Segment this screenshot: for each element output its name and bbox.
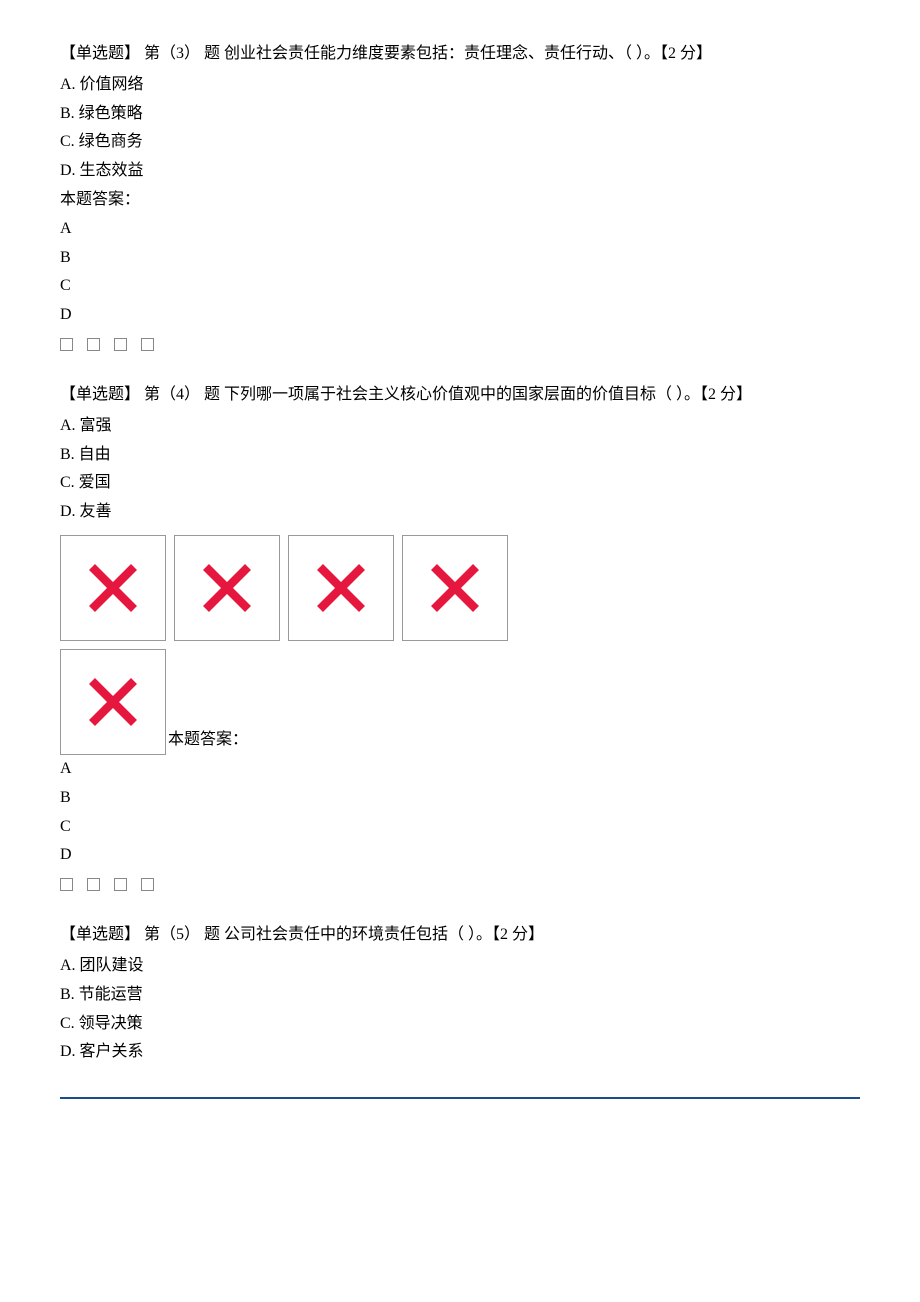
option-c: C. 领导决策 <box>60 1010 860 1039</box>
x-box-icon <box>402 535 508 641</box>
answer-label: 本题答案： <box>60 186 860 215</box>
option-c: C. 绿色商务 <box>60 128 860 157</box>
question-5: 【单选题】 第（5） 题 公司社会责任中的环境责任包括（ ）。【2 分】 A. … <box>60 921 860 1067</box>
question-3: 【单选题】 第（3） 题 创业社会责任能力维度要素包括：责任理念、责任行动、（ … <box>60 40 860 351</box>
x-box-row-2: 本题答案： <box>60 649 860 755</box>
answer-letter-c: C <box>60 813 860 842</box>
x-box-row-1 <box>60 535 860 641</box>
x-box-icon <box>60 535 166 641</box>
question-4: 【单选题】 第（4） 题 下列哪一项属于社会主义核心价值观中的国家层面的价值目标… <box>60 381 860 891</box>
answer-label: 本题答案： <box>168 726 248 755</box>
question-text: 【单选题】 第（3） 题 创业社会责任能力维度要素包括：责任理念、责任行动、（ … <box>60 40 860 69</box>
page-footer-rule <box>60 1097 860 1099</box>
option-d: D. 生态效益 <box>60 157 860 186</box>
checkbox-c[interactable] <box>114 338 127 351</box>
checkbox-d[interactable] <box>141 878 154 891</box>
option-b: B. 自由 <box>60 441 860 470</box>
option-a: A. 价值网络 <box>60 71 860 100</box>
answer-letter-d: D <box>60 841 860 870</box>
option-b: B. 绿色策略 <box>60 100 860 129</box>
question-text: 【单选题】 第（4） 题 下列哪一项属于社会主义核心价值观中的国家层面的价值目标… <box>60 381 860 410</box>
answer-letter-a: A <box>60 215 860 244</box>
question-text: 【单选题】 第（5） 题 公司社会责任中的环境责任包括（ ）。【2 分】 <box>60 921 860 950</box>
checkbox-d[interactable] <box>141 338 154 351</box>
x-box-icon <box>174 535 280 641</box>
answer-letter-b: B <box>60 784 860 813</box>
answer-letter-b: B <box>60 244 860 273</box>
x-box-icon <box>288 535 394 641</box>
option-c: C. 爱国 <box>60 469 860 498</box>
checkbox-c[interactable] <box>114 878 127 891</box>
checkbox-a[interactable] <box>60 878 73 891</box>
checkbox-b[interactable] <box>87 338 100 351</box>
checkbox-row <box>60 338 860 351</box>
answer-letter-d: D <box>60 301 860 330</box>
answer-letter-c: C <box>60 272 860 301</box>
option-b: B. 节能运营 <box>60 981 860 1010</box>
checkbox-row <box>60 878 860 891</box>
option-a: A. 富强 <box>60 412 860 441</box>
answer-letter-a: A <box>60 755 860 784</box>
option-a: A. 团队建设 <box>60 952 860 981</box>
option-d: D. 客户关系 <box>60 1038 860 1067</box>
checkbox-b[interactable] <box>87 878 100 891</box>
option-d: D. 友善 <box>60 498 860 527</box>
x-box-icon <box>60 649 166 755</box>
checkbox-a[interactable] <box>60 338 73 351</box>
